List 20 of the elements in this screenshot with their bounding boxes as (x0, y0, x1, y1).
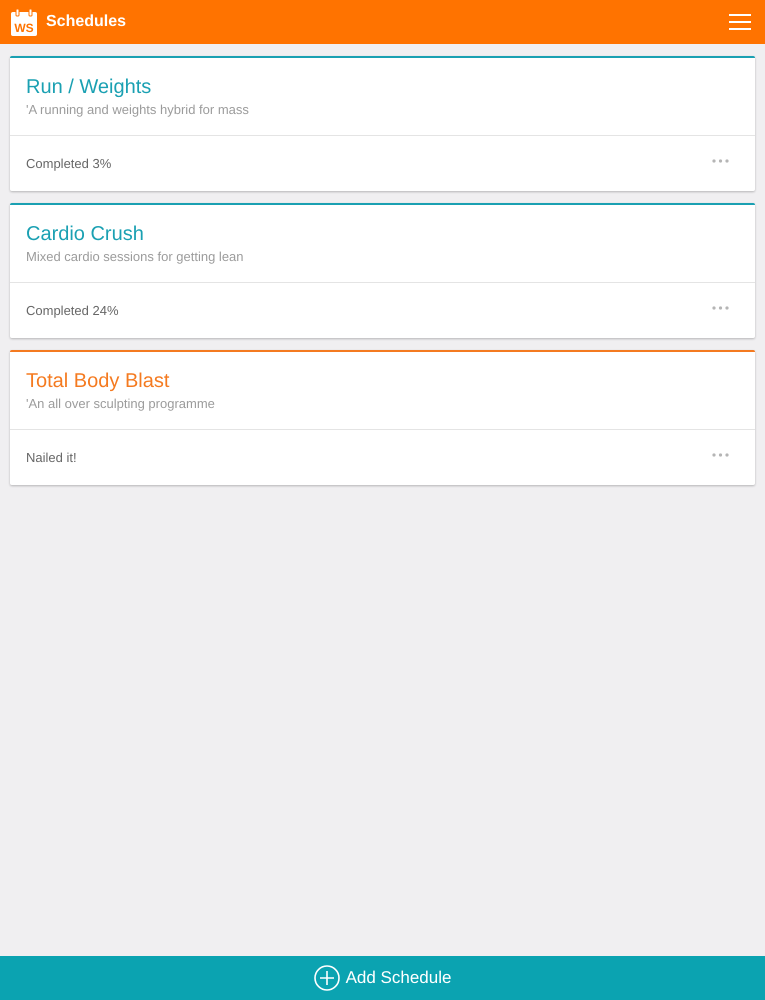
add-schedule-button[interactable]: Add Schedule (314, 965, 452, 991)
schedule-title: Total Body Blast (26, 369, 170, 393)
schedule-status: Completed 24% (26, 302, 118, 320)
menu-icon[interactable] (729, 14, 751, 30)
schedule-title: Run / Weights (26, 75, 152, 99)
schedule-card[interactable]: Run / Weights 'A running and weights hybrid for mass Completed 3% (10, 56, 755, 191)
schedule-card[interactable]: Total Body Blast 'An all over sculpting programme Nailed it! (10, 350, 755, 485)
page-title: Schedules (46, 12, 126, 32)
more-options-icon[interactable] (712, 306, 729, 310)
app-logo: WS (11, 8, 37, 36)
schedule-description: Mixed cardio sessions for getting lean (26, 248, 244, 265)
schedule-title: Cardio Crush (26, 222, 144, 246)
more-options-icon[interactable] (712, 158, 729, 162)
schedule-status: Completed 3% (26, 155, 112, 174)
schedule-card[interactable]: Cardio Crush Mixed cardio sessions for getting lean Completed 24% (10, 203, 755, 338)
schedule-description: 'A running and weights hybrid for mass (26, 101, 249, 118)
add-circle-icon (314, 965, 340, 991)
schedule-status: Nailed it! (26, 449, 77, 468)
schedule-description: 'An all over sculpting programme (26, 395, 215, 412)
more-options-icon[interactable] (712, 452, 729, 456)
